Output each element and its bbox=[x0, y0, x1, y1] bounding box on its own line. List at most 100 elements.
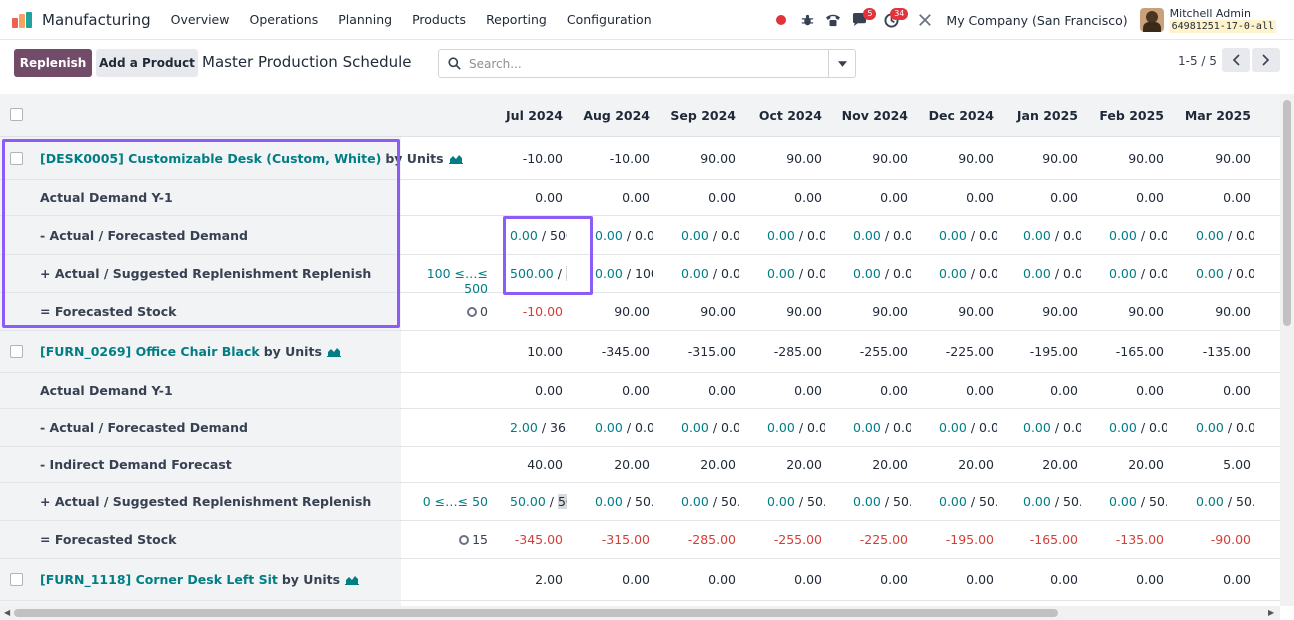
forecast-input[interactable]: 50. bbox=[1063, 494, 1081, 509]
clock-icon[interactable]: 34 bbox=[878, 0, 909, 40]
vertical-scrollbar[interactable] bbox=[1280, 94, 1294, 606]
forecast-demand-cell[interactable]: 0.00 / 500 bbox=[510, 228, 567, 243]
forecast-input[interactable]: 100 bbox=[635, 266, 653, 281]
replenishment-cell[interactable]: 0.00 / 50. bbox=[767, 494, 825, 509]
replenishment-cell[interactable]: 0.00 / 50. bbox=[595, 494, 653, 509]
product-link[interactable]: [FURN_0269] Office Chair Black bbox=[40, 344, 260, 359]
forecast-demand-cell[interactable]: 0.00 / 0.0 bbox=[595, 420, 653, 435]
replenishment-cell[interactable]: 0.00 / 0.0 bbox=[767, 266, 825, 281]
forecast-input[interactable]: 0.0 bbox=[893, 228, 911, 243]
forecast-input[interactable]: 50. bbox=[721, 494, 739, 509]
forecast-input[interactable]: 0.0 bbox=[1236, 420, 1254, 435]
forecast-input[interactable]: 50. bbox=[635, 494, 653, 509]
forecast-input[interactable]: 0.0 bbox=[807, 266, 825, 281]
forecast-input[interactable]: 0.0 bbox=[979, 420, 997, 435]
forecast-demand-cell[interactable]: 0.00 / 0.0 bbox=[1196, 420, 1254, 435]
product-link[interactable]: [FURN_1118] Corner Desk Left Sit bbox=[40, 572, 278, 587]
add-product-button[interactable]: Add a Product bbox=[96, 49, 198, 77]
search-options-toggle[interactable] bbox=[828, 50, 855, 77]
replenishment-cell[interactable]: 0.00 / 0.0 bbox=[853, 266, 911, 281]
replenishment-cell[interactable]: 0.00 / 0.0 bbox=[1023, 266, 1081, 281]
forecast-input[interactable]: 50. bbox=[1236, 494, 1254, 509]
forecast-input[interactable]: 0.0 bbox=[1149, 228, 1167, 243]
forecast-input[interactable]: 50. bbox=[807, 494, 825, 509]
forecast-input[interactable]: 0.0 bbox=[635, 420, 653, 435]
forecast-demand-cell[interactable]: 0.00 / 0.0 bbox=[1023, 420, 1081, 435]
forecast-demand-cell[interactable]: 0.00 / 0.0 bbox=[1023, 228, 1081, 243]
product-checkbox[interactable] bbox=[10, 573, 23, 586]
replenishment-cell[interactable]: 0.00 / 50. bbox=[853, 494, 911, 509]
forecast-input[interactable]: 0.0 bbox=[1236, 228, 1254, 243]
forecast-input[interactable]: 0.0 bbox=[807, 228, 825, 243]
forecast-input[interactable]: 50. bbox=[1149, 494, 1167, 509]
forecast-demand-cell[interactable]: 0.00 / 0.0 bbox=[853, 228, 911, 243]
forecast-input[interactable]: 0.0 bbox=[807, 420, 825, 435]
forecast-input[interactable]: 50. bbox=[557, 494, 567, 509]
avatar[interactable] bbox=[1139, 8, 1164, 32]
replenishment-cell[interactable]: 0.00 / 50. bbox=[681, 494, 739, 509]
replenishment-cell[interactable]: 500.00 / 500 bbox=[510, 266, 567, 281]
forecast-demand-cell[interactable]: 0.00 / 0.0 bbox=[681, 228, 739, 243]
forecast-input[interactable]: 0.0 bbox=[1063, 228, 1081, 243]
tools-icon[interactable] bbox=[912, 0, 938, 40]
chart-area-icon[interactable] bbox=[448, 151, 463, 166]
search-input[interactable] bbox=[469, 50, 828, 77]
scroll-right-icon[interactable]: ▶ bbox=[1268, 608, 1274, 617]
forecast-demand-cell[interactable]: 0.00 / 0.0 bbox=[939, 228, 997, 243]
replenish-range[interactable]: 100 ≤…≤ 500 bbox=[401, 266, 488, 296]
forecast-demand-cell[interactable]: 0.00 / 0.0 bbox=[767, 420, 825, 435]
replenishment-cell[interactable]: 0.00 / 0.0 bbox=[1196, 266, 1254, 281]
product-checkbox[interactable] bbox=[10, 152, 23, 165]
menu-overview[interactable]: Overview bbox=[161, 12, 240, 27]
forecast-demand-cell[interactable]: 0.00 / 0.0 bbox=[767, 228, 825, 243]
replenishment-cell[interactable]: 0.00 / 50. bbox=[939, 494, 997, 509]
forecast-input[interactable]: 50. bbox=[893, 494, 911, 509]
phone-icon[interactable] bbox=[820, 0, 846, 40]
forecast-input[interactable]: 0.0 bbox=[1063, 266, 1081, 281]
forecast-demand-cell[interactable]: 2.00 / 365 bbox=[510, 420, 567, 435]
horizontal-scrollbar[interactable]: ◀ ▶ bbox=[0, 606, 1280, 620]
replenishment-cell[interactable]: 0.00 / 0.0 bbox=[1109, 266, 1167, 281]
replenishment-cell[interactable]: 0.00 / 100 bbox=[595, 266, 653, 281]
replenishment-cell[interactable]: 0.00 / 50. bbox=[1109, 494, 1167, 509]
forecast-demand-cell[interactable]: 0.00 / 0.0 bbox=[595, 228, 653, 243]
user-menu[interactable]: Mitchell Admin 64981251-17-0-all bbox=[1169, 7, 1276, 33]
product-checkbox[interactable] bbox=[10, 345, 23, 358]
forecast-input[interactable]: 0.0 bbox=[635, 228, 653, 243]
replenishment-cell[interactable]: 0.00 / 0.0 bbox=[939, 266, 997, 281]
forecast-demand-cell[interactable]: 0.00 / 0.0 bbox=[853, 420, 911, 435]
chart-area-icon[interactable] bbox=[345, 572, 360, 587]
forecast-input[interactable]: 50. bbox=[979, 494, 997, 509]
forecast-input[interactable]: 500 bbox=[565, 266, 567, 281]
horizontal-scroll-thumb[interactable] bbox=[14, 609, 1058, 617]
forecast-input[interactable]: 0.0 bbox=[1063, 420, 1081, 435]
replenishment-cell[interactable]: 0.00 / 50. bbox=[1023, 494, 1081, 509]
forecast-input[interactable]: 0.0 bbox=[721, 228, 739, 243]
forecast-input[interactable]: 0.0 bbox=[893, 420, 911, 435]
forecast-input[interactable]: 0.0 bbox=[721, 420, 739, 435]
replenishment-cell[interactable]: 50.00 / 50. bbox=[510, 494, 567, 509]
menu-configuration[interactable]: Configuration bbox=[557, 12, 662, 27]
replenishment-cell[interactable]: 0.00 / 0.0 bbox=[681, 266, 739, 281]
pager-next[interactable] bbox=[1252, 48, 1280, 72]
pager-value[interactable]: 1-5 / 5 bbox=[1178, 54, 1217, 68]
forecast-demand-cell[interactable]: 0.00 / 0.0 bbox=[1109, 420, 1167, 435]
menu-products[interactable]: Products bbox=[402, 12, 476, 27]
replenish-button[interactable]: Replenish bbox=[14, 49, 92, 77]
select-all-checkbox[interactable] bbox=[10, 108, 23, 121]
forecast-input[interactable]: 0.0 bbox=[893, 266, 911, 281]
forecast-input[interactable]: 0.0 bbox=[1149, 420, 1167, 435]
menu-reporting[interactable]: Reporting bbox=[476, 12, 557, 27]
forecast-input[interactable]: 0.0 bbox=[721, 266, 739, 281]
product-link[interactable]: [DESK0005] Customizable Desk (Custom, Wh… bbox=[40, 151, 381, 166]
record-icon[interactable] bbox=[768, 0, 794, 40]
app-brand[interactable]: Manufacturing bbox=[12, 11, 151, 29]
forecast-input[interactable]: 365 bbox=[550, 420, 567, 435]
company-switcher[interactable]: My Company (San Francisco) bbox=[946, 13, 1127, 28]
replenish-row-button[interactable]: Replenish bbox=[302, 494, 371, 509]
menu-operations[interactable]: Operations bbox=[239, 12, 328, 27]
vertical-scroll-thumb[interactable] bbox=[1283, 100, 1291, 326]
forecast-input[interactable]: 0.0 bbox=[1236, 266, 1254, 281]
forecast-demand-cell[interactable]: 0.00 / 0.0 bbox=[1196, 228, 1254, 243]
menu-planning[interactable]: Planning bbox=[328, 12, 402, 27]
